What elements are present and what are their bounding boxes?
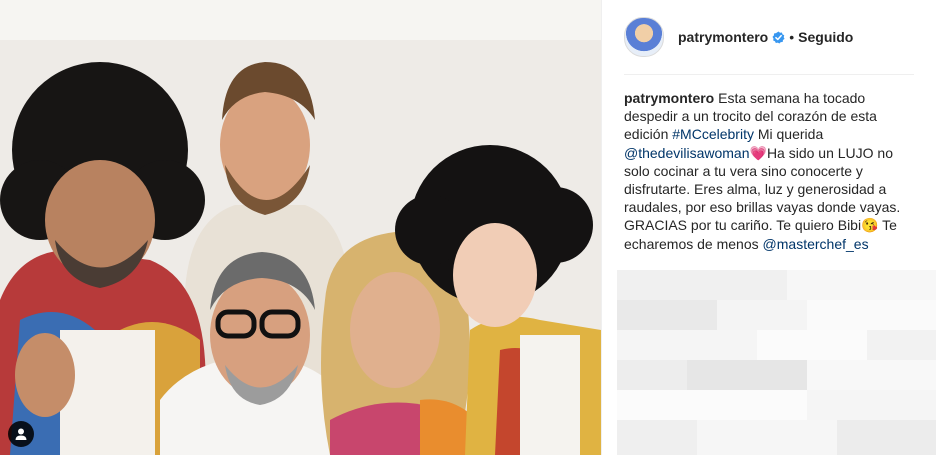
verified-badge-icon: [772, 30, 785, 44]
pixelated-comments-area: [602, 270, 936, 455]
caption-author[interactable]: patrymontero: [624, 90, 714, 106]
person-tag-icon: [15, 428, 27, 440]
post-header: patrymontero • Seguido: [624, 14, 914, 75]
mention-link-masterchef[interactable]: @masterchef_es: [763, 236, 869, 252]
post-photo[interactable]: [0, 0, 601, 455]
avatar[interactable]: [624, 17, 664, 57]
kiss-emoji: 😘: [861, 217, 879, 234]
hashtag-link[interactable]: #MCcelebrity: [672, 126, 754, 142]
follow-status-button[interactable]: Seguido: [798, 29, 853, 45]
group-photo-image: [0, 0, 601, 455]
author-username[interactable]: patrymontero: [678, 29, 768, 45]
post-caption: patrymontero Esta semana ha tocado despe…: [624, 89, 920, 253]
instagram-post: patrymontero • Seguido patrymontero Esta…: [0, 0, 936, 455]
user-tag-button[interactable]: [8, 421, 34, 447]
mention-link-thedevilisawoman[interactable]: @thedevilisawoman: [624, 145, 750, 161]
caption-text-2: Mi querida: [757, 126, 824, 143]
heart-emoji: 💗: [749, 144, 767, 161]
separator-dot: •: [789, 29, 795, 45]
post-sidebar: patrymontero • Seguido patrymontero Esta…: [601, 0, 936, 455]
